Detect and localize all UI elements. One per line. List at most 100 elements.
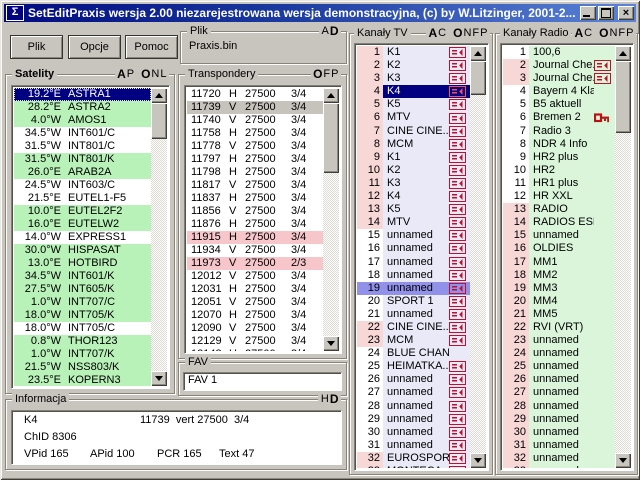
tv-channel-row[interactable]: 11K3 — [357, 177, 470, 190]
transponder-row[interactable]: 11817V275003/4 — [187, 179, 323, 192]
radio-channel-row[interactable]: 25unnamed — [503, 360, 615, 373]
flag-letter-l[interactable]: L — [160, 68, 166, 80]
radio-channel-row[interactable]: 12HR XXL — [503, 190, 615, 203]
flag-letter-o[interactable]: O — [599, 27, 608, 39]
flag-letter-o[interactable]: O — [313, 68, 322, 80]
tv-channel-row[interactable]: 30unnamed — [357, 426, 470, 439]
close-button[interactable]: × — [618, 6, 634, 20]
flag-letter-a[interactable]: A — [117, 68, 126, 80]
tv-channel-row[interactable]: 18unnamed — [357, 269, 470, 282]
radio-channel-row[interactable]: 10HR2 — [503, 164, 615, 177]
flag-letter-a[interactable]: A — [575, 27, 584, 39]
transponder-row[interactable]: 11856V275003/4 — [187, 205, 323, 218]
satellite-row[interactable]: 4.0°WAMOS1 — [14, 114, 151, 127]
satellite-row[interactable]: 18.0°WINT705/K — [14, 309, 151, 322]
radio-channel-row[interactable]: 31unnamed — [503, 439, 615, 452]
tv-channel-row[interactable]: 23MCM — [357, 334, 470, 347]
info-flags[interactable]: HD — [318, 393, 341, 405]
scroll-thumb[interactable] — [323, 103, 339, 173]
scroll-down-button[interactable] — [151, 371, 167, 386]
radio-channel-row[interactable]: 22RVI (VRT) — [503, 321, 615, 334]
flag-letter-f[interactable]: F — [618, 27, 625, 39]
transponder-row[interactable]: 12051V275003/4 — [187, 296, 323, 309]
flag-letter-f[interactable]: F — [472, 27, 479, 39]
tv-channel-row[interactable]: 33MONTECA... — [357, 465, 470, 468]
transponder-row[interactable]: 11720H275003/4 — [187, 88, 323, 101]
tv-channel-row[interactable]: 29unnamed — [357, 413, 470, 426]
flag-letter-f[interactable]: F — [323, 68, 330, 80]
transponder-row[interactable]: 11739V275003/4 — [187, 101, 323, 114]
radio-channel-row[interactable]: 1100,6 — [503, 46, 615, 59]
tv-channel-row[interactable]: 21unnamed — [357, 308, 470, 321]
flag-letter-a[interactable]: A — [429, 27, 438, 39]
flag-letter-o[interactable]: O — [141, 68, 150, 80]
satellite-row[interactable]: 18.0°WINT705/C — [14, 322, 151, 335]
radio-channel-row[interactable]: 32unnamed — [503, 452, 615, 465]
transponder-row[interactable]: 12148H275003/4 — [187, 348, 323, 351]
radio-channel-row[interactable]: 9HR2 plus — [503, 151, 615, 164]
satellite-row[interactable]: 34.5°WINT601/K — [14, 270, 151, 283]
flag-letter-n[interactable]: N — [151, 68, 159, 80]
tv-channel-row[interactable]: 1K1 — [357, 46, 470, 59]
satellite-row[interactable]: 31.5°WINT801/K — [14, 153, 151, 166]
radio-channel-row[interactable]: 29unnamed — [503, 413, 615, 426]
radio-channel-row[interactable]: 6Bremen 2 — [503, 111, 615, 124]
scroll-track[interactable] — [470, 61, 486, 453]
scroll-thumb[interactable] — [470, 61, 486, 95]
radio-channel-row[interactable]: 23unnamed — [503, 334, 615, 347]
scroll-up-button[interactable] — [323, 88, 339, 103]
tv-channel-row[interactable]: 24BLUE CHANNEL — [357, 347, 470, 360]
opcje-button[interactable]: Opcje — [68, 35, 121, 59]
transponder-row[interactable]: 11758H275003/4 — [187, 127, 323, 140]
scroll-down-button[interactable] — [470, 453, 486, 468]
tv-channel-row[interactable]: 3K3 — [357, 72, 470, 85]
satellite-row[interactable]: 27.5°WINT605/K — [14, 283, 151, 296]
satellites-flags[interactable]: APONL — [115, 68, 169, 80]
satellite-row[interactable]: 24.5°WINT603/C — [14, 179, 151, 192]
transponder-row[interactable]: 12031H275003/4 — [187, 283, 323, 296]
tv-channel-row[interactable]: 14MTV — [357, 216, 470, 229]
radio-channel-row[interactable]: 7Radio 3 — [503, 125, 615, 138]
flag-letter-o[interactable]: O — [453, 27, 462, 39]
radio-channel-row[interactable]: 19MM3 — [503, 282, 615, 295]
satellite-row[interactable]: 31.5°WINT801/C — [14, 140, 151, 153]
satellite-row[interactable]: 34.5°WINT601/C — [14, 127, 151, 140]
satellite-row[interactable]: 28.2°EASTRA2 — [14, 101, 151, 114]
tv-channel-row[interactable]: 31unnamed — [357, 439, 470, 452]
fav-input[interactable]: FAV 1 — [183, 372, 342, 391]
radio-channel-row[interactable]: 3Journal Che... — [503, 72, 615, 85]
scroll-track[interactable] — [323, 103, 339, 336]
satellite-row[interactable]: 1.0°WINT707/C — [14, 296, 151, 309]
transponder-row[interactable]: 11797H275003/4 — [187, 153, 323, 166]
flag-letter-d[interactable]: D — [330, 393, 339, 405]
transponder-row[interactable]: 11778V275003/4 — [187, 140, 323, 153]
radio-channel-row[interactable]: 21MM5 — [503, 308, 615, 321]
satellite-row[interactable]: 13.0°EHOTBIRD — [14, 257, 151, 270]
radio-channel-row[interactable]: 26unnamed — [503, 373, 615, 386]
scroll-down-button[interactable] — [323, 336, 339, 351]
satellite-row[interactable]: 26.0°EARAB2A — [14, 166, 151, 179]
radio-channel-row[interactable]: 5B5 aktuell — [503, 98, 615, 111]
tv-channel-row[interactable]: 4K4 — [357, 85, 470, 98]
transponder-row[interactable]: 12129V275003/4 — [187, 335, 323, 348]
tv-channel-row[interactable]: 8MCM — [357, 138, 470, 151]
satellite-row[interactable]: 1.0°WINT707/K — [14, 348, 151, 361]
transponder-row[interactable]: 11934V275003/4 — [187, 244, 323, 257]
radio-channel-row[interactable]: 4Bayern 4 Klassik — [503, 85, 615, 98]
radio-channel-row[interactable]: 15unnamed — [503, 229, 615, 242]
satellite-row[interactable]: 30.0°WHISPASAT — [14, 244, 151, 257]
satellite-row[interactable]: 14.0°WEXPRESS1 — [14, 231, 151, 244]
tv-channel-row[interactable]: 7CINE CINE... — [357, 125, 470, 138]
radio-channel-row[interactable]: 33unnamed — [503, 465, 615, 468]
tv-channel-row[interactable]: 22CINE CINE... — [357, 321, 470, 334]
tv-channel-row[interactable]: 32EUROSPORT — [357, 452, 470, 465]
scroll-up-button[interactable] — [151, 88, 167, 103]
tv-channel-row[interactable]: 6MTV — [357, 111, 470, 124]
tv-scrollbar[interactable] — [470, 46, 486, 468]
satellite-row[interactable]: 16.0°EEUTELW2 — [14, 218, 151, 231]
transponder-row[interactable]: 11837H275003/4 — [187, 192, 323, 205]
tv-channel-row[interactable]: 25HEIMATKA... — [357, 360, 470, 373]
app-logo-icon[interactable]: Σ — [6, 5, 24, 21]
tv-channel-row[interactable]: 28unnamed — [357, 400, 470, 413]
radio-channel-row[interactable]: 24unnamed — [503, 347, 615, 360]
